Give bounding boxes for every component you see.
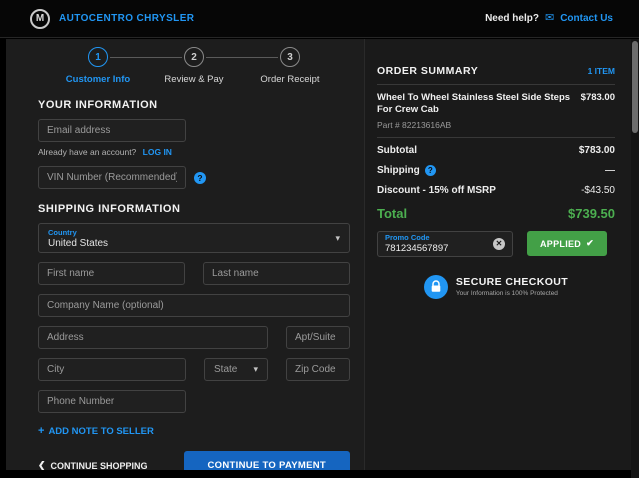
mopar-logo-icon: M [30,8,50,29]
shipping-row: Shipping ? — [377,164,615,176]
discount-label: Discount - 15% off MSRP [377,184,496,196]
subtotal-label: Subtotal [377,144,417,156]
city-input[interactable] [38,358,186,381]
product-name: Wheel To Wheel Stainless Steel Side Step… [377,92,571,116]
country-select-label: Country [48,227,77,237]
secure-checkout-title: SECURE CHECKOUT [455,276,569,289]
step-3-label: Order Receipt [260,74,320,85]
login-link[interactable]: LOG IN [143,147,172,157]
your-information-title: YOUR INFORMATION [38,99,158,111]
top-header: M AUTOCENTRO CHRYSLER Need help? ✉ Conta… [0,0,639,38]
apt-suite-input[interactable] [286,326,350,349]
first-name-input[interactable] [38,262,185,285]
total-row: Total $739.50 [377,206,615,221]
vin-help-icon[interactable]: ? [194,171,206,184]
step-2-circle: 2 [184,47,204,67]
clear-promo-icon[interactable]: ✕ [493,237,505,250]
email-input[interactable] [38,119,186,142]
continue-to-payment-button[interactable]: CONTINUE TO PAYMENT [183,451,350,470]
secure-checkout-block: SECURE CHECKOUT Your Information is 100%… [377,274,615,299]
add-note-to-seller-link[interactable]: + ADD NOTE TO SELLER [38,425,154,437]
country-select[interactable]: Country United States ▾ [38,223,350,253]
address-input[interactable] [38,326,268,349]
promo-code-value: 781234567897 [385,243,449,255]
vin-input[interactable] [38,166,186,189]
chevron-down-icon: ▾ [253,364,258,374]
continue-shopping-label: CONTINUE SHOPPING [50,460,148,471]
scrollbar-thumb[interactable] [632,41,638,133]
page-scrollbar[interactable] [631,39,639,478]
contact-us-link[interactable]: Contact Us [560,13,613,24]
continue-shopping-link[interactable]: ❮ CONTINUE SHOPPING [38,460,148,470]
shipping-value: — [605,164,615,176]
promo-applied-button[interactable]: APPLIED ✔ [527,231,607,257]
divider [377,84,615,85]
step-order-receipt[interactable]: 3 Order Receipt [251,47,329,85]
brand-name: AUTOCENTRO CHRYSLER [59,13,195,24]
shipping-information-title: SHIPPING INFORMATION [38,203,181,215]
last-name-input[interactable] [203,262,350,285]
product-price: $783.00 [580,92,615,103]
total-label: Total [377,205,408,221]
chevron-down-icon: ▾ [335,232,340,243]
order-summary-panel: ORDER SUMMARY 1 ITEM Wheel To Wheel Stai… [364,39,631,470]
lock-icon [423,274,448,299]
step-customer-info[interactable]: 1 Customer Info [59,47,137,85]
product-row: Wheel To Wheel Stainless Steel Side Step… [377,92,615,117]
shipping-help-icon[interactable]: ? [424,164,436,176]
subtotal-row: Subtotal $783.00 [377,145,615,156]
chevron-left-icon: ❮ [38,460,46,470]
check-icon: ✔ [586,238,594,249]
discount-row: Discount - 15% off MSRP -$43.50 [377,185,615,196]
company-name-input[interactable] [38,294,350,317]
mail-icon[interactable]: ✉ [545,13,554,24]
checkout-stepper: 1 Customer Info 2 Review & Pay 3 Order R… [38,47,350,91]
add-note-label: ADD NOTE TO SELLER [48,425,154,437]
plus-icon: + [38,425,45,437]
item-count-badge: 1 ITEM [587,66,615,76]
country-select-value: United States [48,237,109,249]
step-review-pay[interactable]: 2 Review & Pay [155,47,233,85]
step-2-label: Review & Pay [164,74,224,85]
total-value: $739.50 [568,205,615,221]
product-part-number: Part # 82213616AB [377,119,452,130]
checkout-form-column: 1 Customer Info 2 Review & Pay 3 Order R… [6,39,364,470]
need-help-text: Need help? [485,13,539,24]
zip-code-input[interactable] [286,358,350,381]
divider [377,136,615,138]
phone-number-input[interactable] [38,390,186,413]
step-3-circle: 3 [280,47,300,67]
subtotal-value: $783.00 [578,144,615,156]
state-select-value: State [214,364,238,375]
step-1-circle: 1 [88,47,108,67]
promo-code-input[interactable]: Promo Code 781234567897 ✕ [377,230,513,257]
order-summary-title: ORDER SUMMARY [377,65,479,77]
step-1-label: Customer Info [65,74,131,85]
secure-checkout-subtitle: Your Information is 100% Protected [455,290,558,298]
state-select[interactable]: State ▾ [204,358,268,381]
discount-value: -$43.50 [581,184,615,196]
shipping-label: Shipping [377,164,420,176]
account-question-text: Already have an account? [38,147,137,157]
applied-label: APPLIED [540,238,582,249]
page-content: 1 Customer Info 2 Review & Pay 3 Order R… [6,39,631,470]
promo-code-label: Promo Code [385,233,430,243]
